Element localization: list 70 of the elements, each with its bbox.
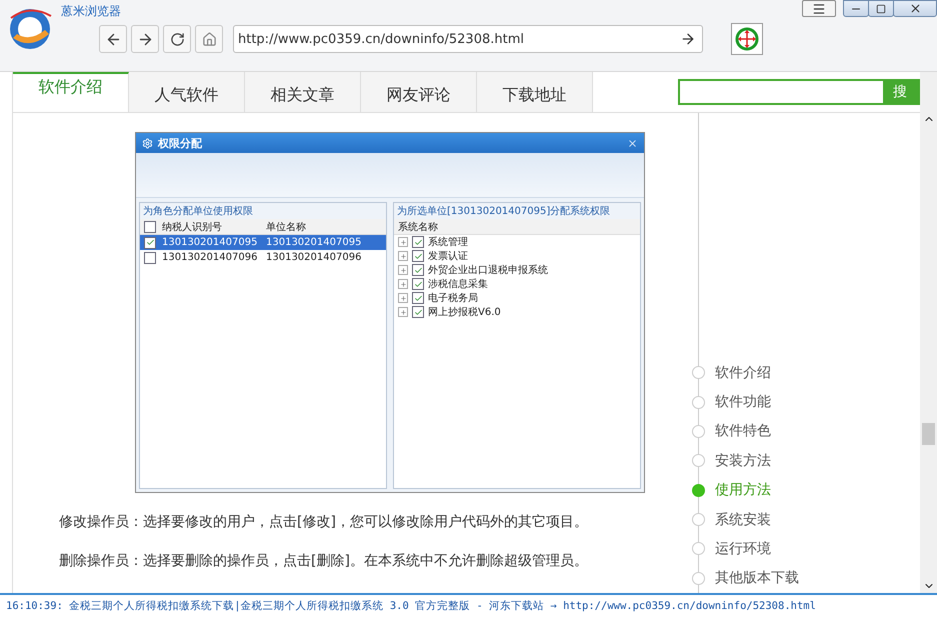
table-cell-text: 130130201407096: [161, 252, 258, 263]
checkbox[interactable]: [412, 292, 424, 304]
toc-link[interactable]: 软件功能: [715, 393, 771, 412]
tree-item[interactable]: 系统管理: [428, 235, 468, 249]
plus-icon: [400, 294, 406, 302]
check-icon: [146, 238, 154, 247]
toc-link[interactable]: 软件特色: [715, 422, 771, 440]
checkbox[interactable]: [412, 236, 424, 248]
tree-item[interactable]: 电子税务局: [428, 291, 478, 305]
plus-icon: [400, 308, 406, 316]
plus-icon: [400, 280, 406, 288]
tree-item[interactable]: 发票认证: [428, 249, 468, 263]
paragraph: 删除操作员：选择要删除的操作员，点击[删除]。在本系统中不允许删除超级管理员。: [59, 552, 589, 571]
column-header: 系统名称: [397, 220, 439, 234]
tree-item[interactable]: 外贸企业出口退税申报系统: [428, 263, 548, 277]
scroll-thumb[interactable]: [922, 423, 935, 445]
refresh-button[interactable]: [163, 25, 191, 53]
address-field[interactable]: http://www.pc0359.cn/downinfo/52308.html: [233, 25, 703, 53]
toc-link[interactable]: 使用方法: [715, 481, 771, 500]
tree-item[interactable]: 网上抄报税V6.0: [428, 305, 501, 319]
forward-button[interactable]: [131, 25, 159, 53]
refresh-icon: [170, 32, 184, 46]
group-title: 为角色分配单位使用权限: [140, 203, 386, 219]
home-icon: [202, 32, 216, 46]
plus-icon: [400, 238, 406, 246]
table-cell-text: 130130201407095: [161, 237, 258, 248]
search-field[interactable]: [678, 79, 885, 105]
dialog-title: 权限分配: [158, 136, 203, 150]
close-icon: [908, 2, 922, 15]
crosshair-icon: [734, 26, 760, 52]
menu-button[interactable]: [802, 0, 836, 17]
menu-icon: [812, 2, 826, 16]
paragraph: 修改操作员：选择要修改的用户，点击[修改]，您可以修改除用户代码外的其它项目。: [59, 513, 589, 532]
tree-item[interactable]: 涉税信息采集: [428, 277, 488, 291]
toc-link[interactable]: 运行环境: [715, 540, 771, 558]
checkbox[interactable]: [412, 264, 424, 276]
table-cell-text: 130130201407096: [265, 252, 362, 263]
nav-tab[interactable]: 相关文章: [245, 72, 361, 112]
maximize-icon: [876, 4, 886, 14]
url-text: http://www.pc0359.cn/downinfo/52308.html: [238, 32, 525, 46]
checkbox[interactable]: [144, 220, 156, 232]
browser-title: 蒽米浏览器: [61, 3, 121, 20]
checkbox[interactable]: [412, 250, 424, 262]
maximize-button[interactable]: [868, 0, 894, 17]
toc-link[interactable]: 安装方法: [715, 452, 771, 470]
close-icon: [627, 138, 638, 148]
checkbox[interactable]: [144, 236, 156, 248]
settings-icon: [142, 138, 153, 148]
table-row[interactable]: 130130201407095 130130201407095: [140, 235, 386, 250]
column-header: 单位名称: [265, 220, 307, 234]
column-header: 纳税人识别号: [161, 220, 223, 234]
plus-icon: [400, 252, 406, 260]
plus-icon: [400, 266, 406, 274]
status-text: 16:10:39: 金税三期个人所得税扣缴系统下载|金税三期个人所得税扣缴系统 3.0 官方完整版 - 河东下载站 → http://www.pc0359.cn/downinfo/52308.html: [6, 599, 816, 613]
crosshair-button[interactable]: [731, 23, 763, 55]
nav-tab[interactable]: 下载地址: [477, 72, 593, 112]
checkbox[interactable]: [412, 306, 424, 318]
nav-tab[interactable]: 人气软件: [129, 72, 245, 112]
nav-tab[interactable]: 网友评论: [361, 72, 477, 112]
toc-link[interactable]: 其他版本下载: [715, 569, 799, 588]
group-title: 为所选单位[130130201407095]分配系统权限: [394, 203, 640, 219]
toc-link[interactable]: 系统安装: [715, 510, 771, 529]
toc-link[interactable]: 软件介绍: [715, 364, 771, 382]
table-cell-text: 130130201407095: [265, 237, 362, 248]
scrollbar[interactable]: [920, 72, 937, 593]
checkbox[interactable]: [144, 252, 156, 264]
close-button[interactable]: [893, 0, 937, 17]
back-button[interactable]: [99, 25, 127, 53]
nav-tab[interactable]: 软件介绍: [13, 72, 129, 112]
checkbox[interactable]: [412, 278, 424, 290]
